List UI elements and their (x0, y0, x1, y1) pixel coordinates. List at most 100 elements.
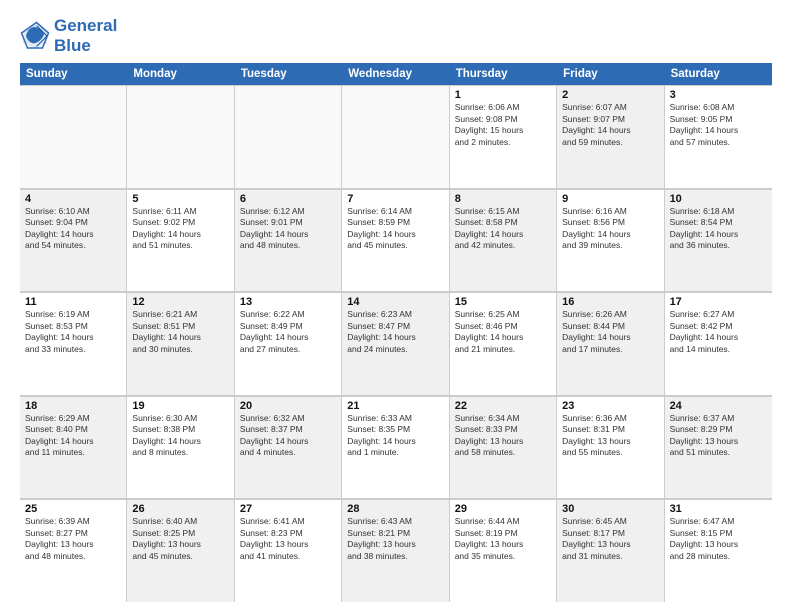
day-info: Sunrise: 6:08 AM Sunset: 9:05 PM Dayligh… (670, 102, 767, 148)
day-number: 27 (240, 503, 336, 515)
day-info: Sunrise: 6:47 AM Sunset: 8:15 PM Dayligh… (670, 516, 767, 562)
calendar-cell: 27Sunrise: 6:41 AM Sunset: 8:23 PM Dayli… (235, 499, 342, 602)
day-number: 9 (562, 193, 658, 205)
calendar-cell (342, 85, 449, 188)
calendar-cell: 13Sunrise: 6:22 AM Sunset: 8:49 PM Dayli… (235, 292, 342, 395)
calendar-cell: 7Sunrise: 6:14 AM Sunset: 8:59 PM Daylig… (342, 189, 449, 292)
day-info: Sunrise: 6:43 AM Sunset: 8:21 PM Dayligh… (347, 516, 443, 562)
calendar-header-day: Sunday (20, 63, 127, 85)
calendar-header-day: Monday (127, 63, 234, 85)
calendar-cell: 20Sunrise: 6:32 AM Sunset: 8:37 PM Dayli… (235, 396, 342, 499)
day-info: Sunrise: 6:22 AM Sunset: 8:49 PM Dayligh… (240, 309, 336, 355)
calendar-cell: 9Sunrise: 6:16 AM Sunset: 8:56 PM Daylig… (557, 189, 664, 292)
calendar-cell: 28Sunrise: 6:43 AM Sunset: 8:21 PM Dayli… (342, 499, 449, 602)
logo-icon (20, 21, 50, 51)
day-info: Sunrise: 6:27 AM Sunset: 8:42 PM Dayligh… (670, 309, 767, 355)
calendar-cell: 21Sunrise: 6:33 AM Sunset: 8:35 PM Dayli… (342, 396, 449, 499)
calendar-cell: 30Sunrise: 6:45 AM Sunset: 8:17 PM Dayli… (557, 499, 664, 602)
day-number: 1 (455, 89, 551, 101)
day-number: 13 (240, 296, 336, 308)
day-info: Sunrise: 6:32 AM Sunset: 8:37 PM Dayligh… (240, 413, 336, 459)
calendar-cell: 5Sunrise: 6:11 AM Sunset: 9:02 PM Daylig… (127, 189, 234, 292)
day-number: 28 (347, 503, 443, 515)
calendar-week-row: 4Sunrise: 6:10 AM Sunset: 9:04 PM Daylig… (20, 189, 772, 293)
day-number: 12 (132, 296, 228, 308)
calendar-header: SundayMondayTuesdayWednesdayThursdayFrid… (20, 63, 772, 85)
calendar-cell: 16Sunrise: 6:26 AM Sunset: 8:44 PM Dayli… (557, 292, 664, 395)
day-info: Sunrise: 6:45 AM Sunset: 8:17 PM Dayligh… (562, 516, 658, 562)
calendar-week-row: 25Sunrise: 6:39 AM Sunset: 8:27 PM Dayli… (20, 499, 772, 602)
calendar-body: 1Sunrise: 6:06 AM Sunset: 9:08 PM Daylig… (20, 85, 772, 602)
calendar-cell: 1Sunrise: 6:06 AM Sunset: 9:08 PM Daylig… (450, 85, 557, 188)
calendar-cell: 2Sunrise: 6:07 AM Sunset: 9:07 PM Daylig… (557, 85, 664, 188)
day-number: 7 (347, 193, 443, 205)
day-number: 26 (132, 503, 228, 515)
calendar-header-day: Wednesday (342, 63, 449, 85)
day-info: Sunrise: 6:34 AM Sunset: 8:33 PM Dayligh… (455, 413, 551, 459)
calendar-cell: 22Sunrise: 6:34 AM Sunset: 8:33 PM Dayli… (450, 396, 557, 499)
day-info: Sunrise: 6:07 AM Sunset: 9:07 PM Dayligh… (562, 102, 658, 148)
day-number: 21 (347, 400, 443, 412)
day-info: Sunrise: 6:36 AM Sunset: 8:31 PM Dayligh… (562, 413, 658, 459)
day-info: Sunrise: 6:18 AM Sunset: 8:54 PM Dayligh… (670, 206, 767, 252)
day-number: 17 (670, 296, 767, 308)
calendar-cell: 17Sunrise: 6:27 AM Sunset: 8:42 PM Dayli… (665, 292, 772, 395)
day-info: Sunrise: 6:12 AM Sunset: 9:01 PM Dayligh… (240, 206, 336, 252)
calendar-cell: 19Sunrise: 6:30 AM Sunset: 8:38 PM Dayli… (127, 396, 234, 499)
calendar-cell: 12Sunrise: 6:21 AM Sunset: 8:51 PM Dayli… (127, 292, 234, 395)
day-info: Sunrise: 6:29 AM Sunset: 8:40 PM Dayligh… (25, 413, 121, 459)
day-info: Sunrise: 6:25 AM Sunset: 8:46 PM Dayligh… (455, 309, 551, 355)
calendar-cell: 15Sunrise: 6:25 AM Sunset: 8:46 PM Dayli… (450, 292, 557, 395)
day-number: 6 (240, 193, 336, 205)
day-number: 31 (670, 503, 767, 515)
calendar-cell: 6Sunrise: 6:12 AM Sunset: 9:01 PM Daylig… (235, 189, 342, 292)
day-info: Sunrise: 6:40 AM Sunset: 8:25 PM Dayligh… (132, 516, 228, 562)
calendar-cell: 3Sunrise: 6:08 AM Sunset: 9:05 PM Daylig… (665, 85, 772, 188)
day-info: Sunrise: 6:23 AM Sunset: 8:47 PM Dayligh… (347, 309, 443, 355)
calendar-week-row: 18Sunrise: 6:29 AM Sunset: 8:40 PM Dayli… (20, 396, 772, 500)
day-number: 14 (347, 296, 443, 308)
calendar-cell: 10Sunrise: 6:18 AM Sunset: 8:54 PM Dayli… (665, 189, 772, 292)
calendar-cell: 4Sunrise: 6:10 AM Sunset: 9:04 PM Daylig… (20, 189, 127, 292)
day-number: 25 (25, 503, 121, 515)
day-info: Sunrise: 6:21 AM Sunset: 8:51 PM Dayligh… (132, 309, 228, 355)
calendar-cell: 8Sunrise: 6:15 AM Sunset: 8:58 PM Daylig… (450, 189, 557, 292)
calendar-cell: 11Sunrise: 6:19 AM Sunset: 8:53 PM Dayli… (20, 292, 127, 395)
day-info: Sunrise: 6:16 AM Sunset: 8:56 PM Dayligh… (562, 206, 658, 252)
calendar-header-day: Saturday (665, 63, 772, 85)
calendar-cell: 14Sunrise: 6:23 AM Sunset: 8:47 PM Dayli… (342, 292, 449, 395)
page: General Blue SundayMondayTuesdayWednesda… (0, 0, 792, 612)
day-number: 3 (670, 89, 767, 101)
calendar-cell: 31Sunrise: 6:47 AM Sunset: 8:15 PM Dayli… (665, 499, 772, 602)
day-info: Sunrise: 6:15 AM Sunset: 8:58 PM Dayligh… (455, 206, 551, 252)
day-info: Sunrise: 6:10 AM Sunset: 9:04 PM Dayligh… (25, 206, 121, 252)
day-number: 24 (670, 400, 767, 412)
calendar-cell: 29Sunrise: 6:44 AM Sunset: 8:19 PM Dayli… (450, 499, 557, 602)
calendar-cell: 25Sunrise: 6:39 AM Sunset: 8:27 PM Dayli… (20, 499, 127, 602)
day-info: Sunrise: 6:06 AM Sunset: 9:08 PM Dayligh… (455, 102, 551, 148)
calendar-cell (20, 85, 127, 188)
calendar-week-row: 11Sunrise: 6:19 AM Sunset: 8:53 PM Dayli… (20, 292, 772, 396)
calendar-header-day: Friday (557, 63, 664, 85)
day-info: Sunrise: 6:33 AM Sunset: 8:35 PM Dayligh… (347, 413, 443, 459)
day-info: Sunrise: 6:39 AM Sunset: 8:27 PM Dayligh… (25, 516, 121, 562)
day-number: 16 (562, 296, 658, 308)
day-number: 11 (25, 296, 121, 308)
calendar-cell (127, 85, 234, 188)
header: General Blue (20, 16, 772, 55)
day-info: Sunrise: 6:30 AM Sunset: 8:38 PM Dayligh… (132, 413, 228, 459)
day-info: Sunrise: 6:11 AM Sunset: 9:02 PM Dayligh… (132, 206, 228, 252)
calendar-cell: 26Sunrise: 6:40 AM Sunset: 8:25 PM Dayli… (127, 499, 234, 602)
logo-text: General Blue (54, 16, 117, 55)
day-number: 15 (455, 296, 551, 308)
day-number: 23 (562, 400, 658, 412)
day-info: Sunrise: 6:41 AM Sunset: 8:23 PM Dayligh… (240, 516, 336, 562)
day-number: 10 (670, 193, 767, 205)
calendar-cell: 18Sunrise: 6:29 AM Sunset: 8:40 PM Dayli… (20, 396, 127, 499)
calendar-week-row: 1Sunrise: 6:06 AM Sunset: 9:08 PM Daylig… (20, 85, 772, 189)
day-number: 19 (132, 400, 228, 412)
day-number: 29 (455, 503, 551, 515)
day-info: Sunrise: 6:14 AM Sunset: 8:59 PM Dayligh… (347, 206, 443, 252)
day-info: Sunrise: 6:37 AM Sunset: 8:29 PM Dayligh… (670, 413, 767, 459)
calendar-cell: 23Sunrise: 6:36 AM Sunset: 8:31 PM Dayli… (557, 396, 664, 499)
